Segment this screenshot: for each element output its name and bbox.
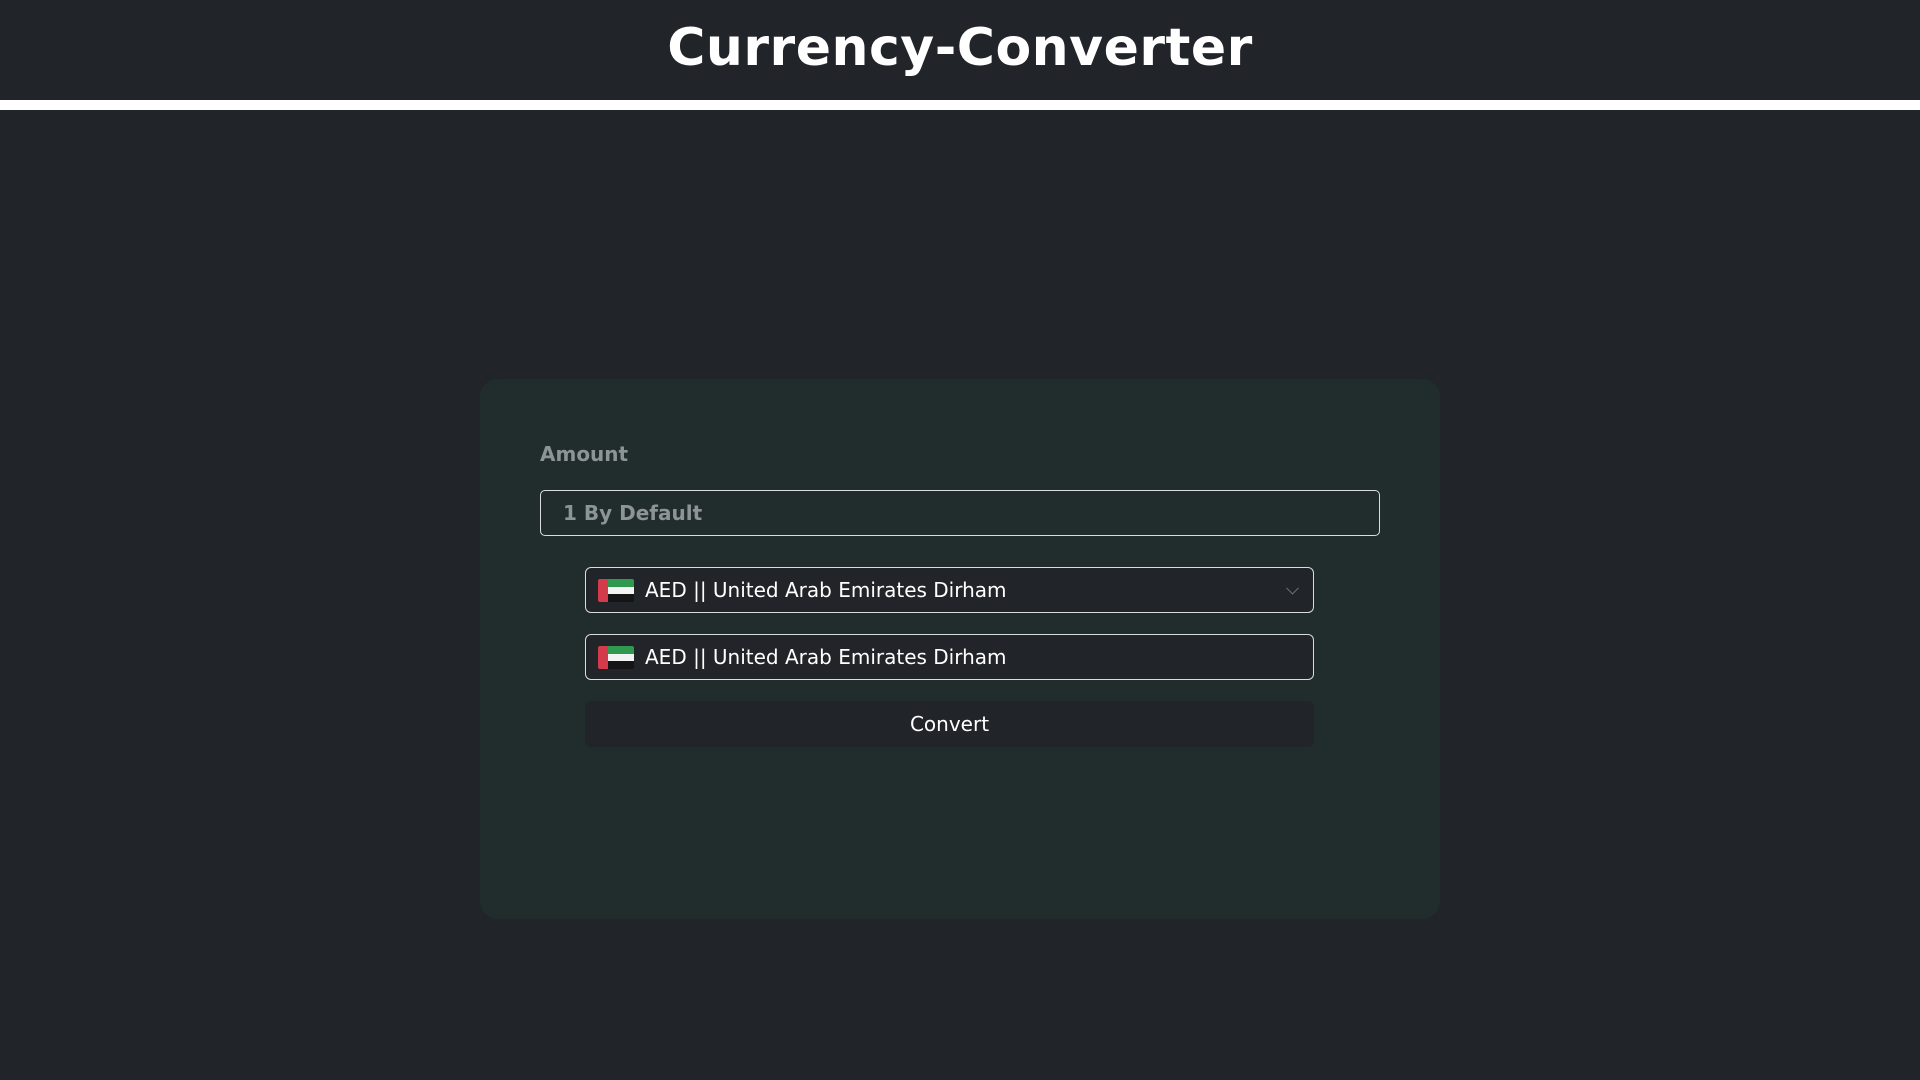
from-currency-select[interactable]: AED || United Arab Emirates Dirham: [585, 567, 1314, 613]
app-title: Currency-Converter: [667, 18, 1253, 78]
convert-button[interactable]: Convert: [585, 701, 1314, 747]
flag-black-band: [608, 660, 634, 669]
uae-flag-icon: [598, 578, 634, 602]
flag-green-band: [608, 645, 634, 654]
amount-label: Amount: [540, 442, 629, 466]
to-currency-label: AED || United Arab Emirates Dirham: [645, 645, 1007, 669]
uae-flag-icon: [598, 645, 634, 669]
chevron-down-icon: [1286, 581, 1299, 595]
amount-input[interactable]: [540, 490, 1380, 536]
flag-red-band: [598, 578, 608, 602]
flag-white-band: [608, 653, 634, 661]
header-divider: [0, 100, 1920, 110]
flag-red-band: [598, 645, 608, 669]
converter-card: Amount AED || United Arab Emirates Dirha…: [480, 379, 1440, 919]
flag-white-band: [608, 586, 634, 594]
flag-black-band: [608, 593, 634, 602]
from-currency-label: AED || United Arab Emirates Dirham: [645, 578, 1007, 602]
to-currency-select[interactable]: AED || United Arab Emirates Dirham: [585, 634, 1314, 680]
app-header: Currency-Converter: [0, 0, 1920, 100]
flag-green-band: [608, 578, 634, 587]
